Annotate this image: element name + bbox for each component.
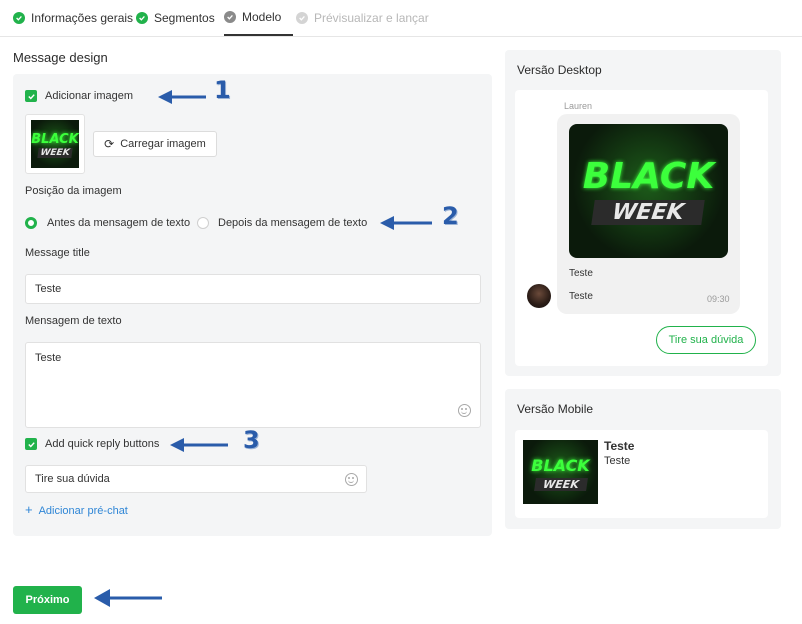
add-image-label: Adicionar imagem	[45, 90, 134, 102]
avatar	[527, 284, 551, 308]
check-circle-icon	[136, 12, 148, 24]
message-design-title: Message design	[13, 50, 108, 65]
annotation-number-2: 2	[442, 202, 459, 230]
message-text-label: Mensagem de texto	[25, 315, 122, 327]
bubble-title: Teste	[569, 268, 593, 279]
step-informacoes-gerais[interactable]: Informações gerais	[13, 0, 133, 36]
image-position-label: Posição da imagem	[25, 185, 122, 197]
next-button[interactable]: Próximo	[13, 586, 82, 614]
annotation-arrow-2	[380, 216, 432, 230]
radio-before-text[interactable]	[25, 217, 37, 229]
stepper: Informações gerais Segmentos Modelo Prév…	[0, 0, 802, 37]
message-text-value: Teste	[35, 352, 62, 364]
check-circle-icon	[224, 11, 236, 23]
step-label: Modelo	[242, 10, 282, 24]
mobile-text: Teste	[604, 455, 631, 467]
emoji-icon[interactable]	[458, 404, 471, 417]
radio-after-text-label: Depois da mensagem de texto	[218, 217, 368, 229]
image-art-line2: WEEK	[534, 478, 588, 491]
image-art-line2: WEEK	[37, 148, 73, 158]
image-art-line1: BLACK	[31, 132, 79, 147]
image-thumbnail: BLACK WEEK	[25, 114, 85, 174]
sender-name: Lauren	[564, 101, 593, 111]
black-week-image: BLACK WEEK	[569, 124, 728, 258]
image-art-line2: WEEK	[591, 200, 705, 225]
message-time: 09:30	[707, 294, 730, 304]
step-label: Informações gerais	[31, 11, 134, 25]
message-title-input[interactable]: Teste	[25, 274, 481, 304]
step-label: Prévisualizar e lançar	[314, 11, 429, 25]
quick-reply-input[interactable]: Tire sua dúvida	[25, 465, 367, 493]
upload-image-label: Carregar imagem	[120, 138, 206, 150]
quick-reply-checkbox[interactable]	[25, 438, 37, 450]
image-art-line1: BLACK	[582, 156, 715, 197]
refresh-icon: ⟳	[104, 137, 115, 151]
radio-after-text[interactable]	[197, 217, 209, 229]
emoji-icon[interactable]	[345, 473, 358, 486]
annotation-number-3: 3	[243, 426, 260, 454]
annotation-arrow-3	[170, 438, 228, 452]
step-modelo[interactable]: Modelo	[224, 0, 294, 36]
step-label: Segmentos	[154, 11, 215, 25]
quick-reply-label: Add quick reply buttons	[45, 438, 160, 450]
plus-icon: +	[25, 502, 33, 517]
step-segmentos[interactable]: Segmentos	[136, 0, 215, 36]
check-circle-icon	[296, 12, 308, 24]
message-title-value: Teste	[35, 283, 62, 295]
mobile-preview-title: Versão Mobile	[517, 402, 594, 416]
check-circle-icon	[13, 12, 25, 24]
step-previsualizar[interactable]: Prévisualizar e lançar	[296, 0, 429, 36]
mobile-title: Teste	[604, 439, 635, 453]
black-week-image: BLACK WEEK	[31, 120, 79, 168]
quick-reply-value: Tire sua dúvida	[35, 473, 110, 485]
message-text-area[interactable]: Teste	[25, 342, 481, 428]
quick-reply-preview-button[interactable]: Tire sua dúvida	[656, 326, 756, 354]
add-prechat-label: Adicionar pré-chat	[38, 505, 128, 517]
message-title-label: Message title	[25, 247, 90, 259]
upload-image-button[interactable]: ⟳ Carregar imagem	[93, 131, 217, 157]
desktop-preview-title: Versão Desktop	[517, 63, 602, 77]
bubble-text: Teste	[569, 291, 593, 302]
annotation-arrow-next	[94, 589, 162, 607]
annotation-arrow-1	[158, 90, 206, 104]
black-week-image: BLACK WEEK	[523, 440, 598, 504]
radio-before-text-label: Antes da mensagem de texto	[47, 217, 191, 229]
image-art-line1: BLACK	[531, 456, 590, 475]
annotation-number-1: 1	[214, 76, 231, 104]
add-image-checkbox[interactable]	[25, 90, 37, 102]
add-prechat-link[interactable]: + Adicionar pré-chat	[25, 502, 128, 517]
